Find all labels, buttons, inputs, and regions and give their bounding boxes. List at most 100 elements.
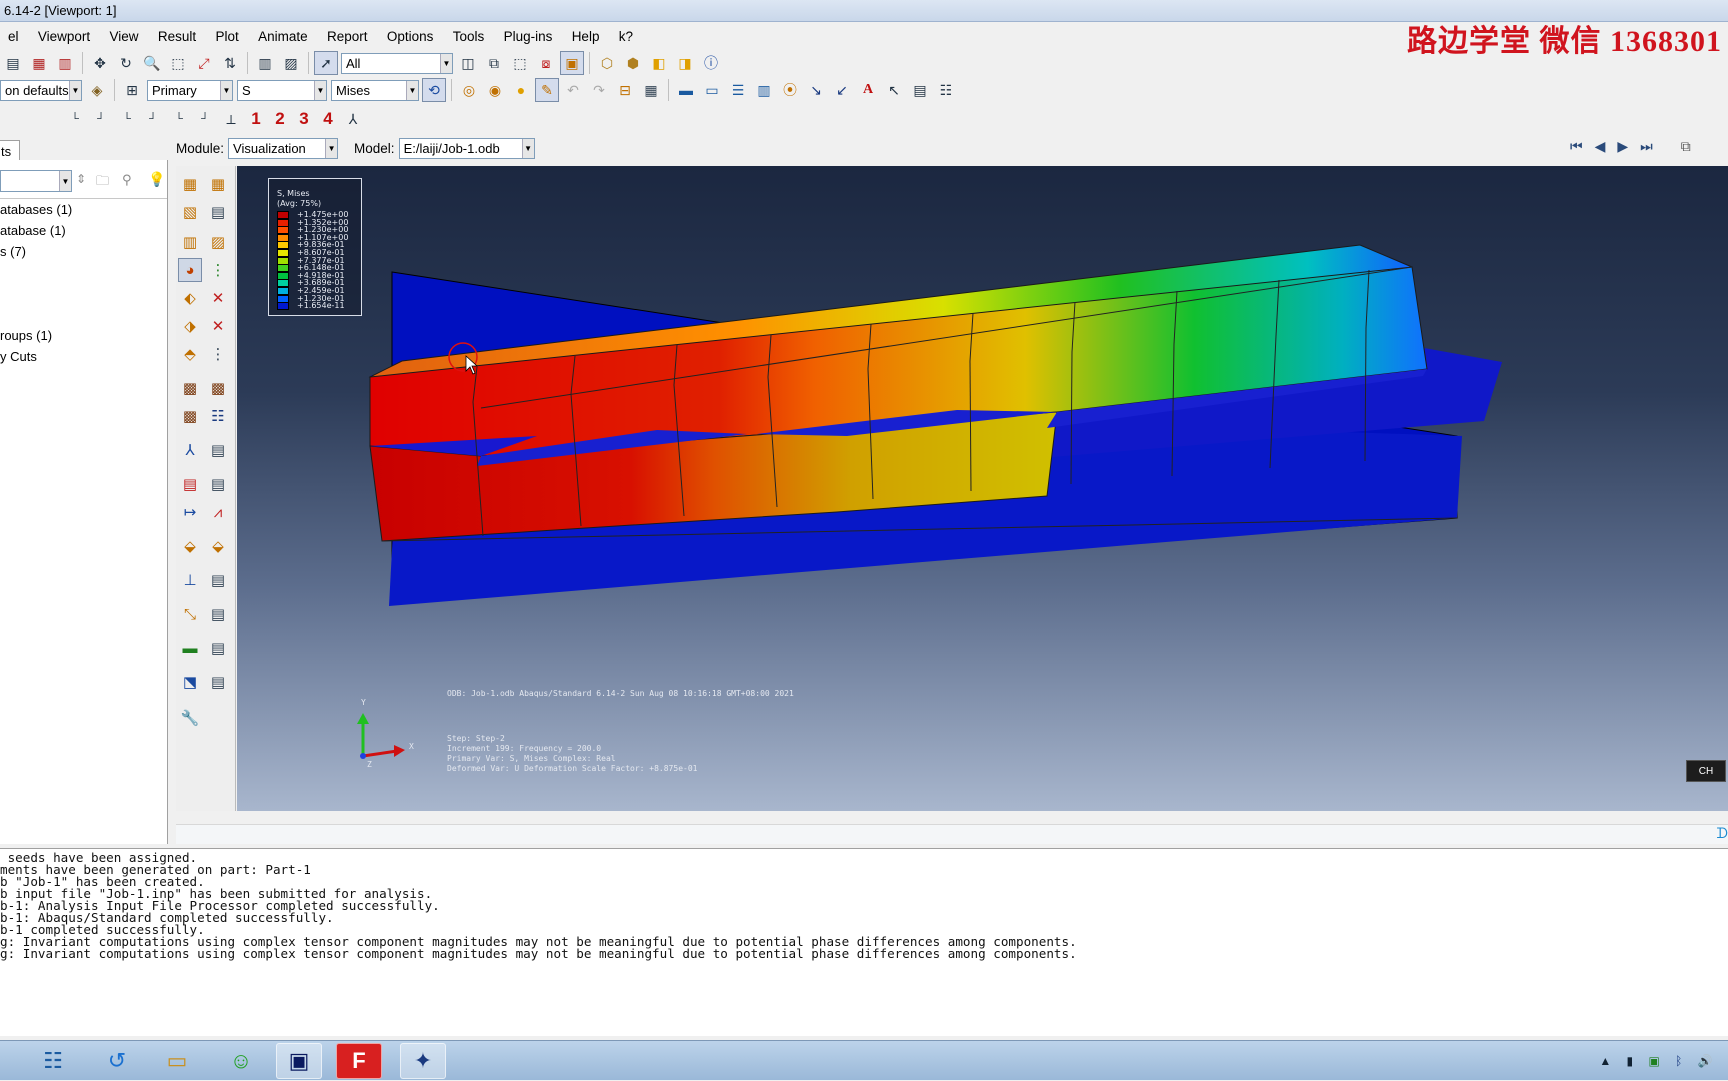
xy-manager-icon[interactable]: ▤ xyxy=(206,438,230,462)
probe-icon[interactable]: ⧇ xyxy=(534,51,558,75)
nvidia-icon[interactable]: ▣ xyxy=(1648,1054,1659,1068)
viewport-annotations-icon[interactable]: ▤ xyxy=(908,78,932,102)
sync-icon[interactable]: ⟲ xyxy=(422,78,446,102)
menu-context-help[interactable]: k? xyxy=(611,24,641,44)
view-1-button[interactable]: 1 xyxy=(244,109,268,129)
view-xy-icon[interactable]: ┘ xyxy=(89,107,113,131)
render-style-icon[interactable]: ◈ xyxy=(85,78,109,102)
magnify-icon[interactable]: 🔍 xyxy=(140,51,164,75)
menu-report[interactable]: Report xyxy=(319,24,376,44)
save-odb-icon[interactable]: ▦ xyxy=(27,51,51,75)
animation-options-icon[interactable]: ☷ xyxy=(206,404,230,428)
field-output-icon[interactable]: ⊞ xyxy=(120,78,144,102)
menu-plugins[interactable]: Plug-ins xyxy=(496,24,561,44)
view-side-icon[interactable]: ◨ xyxy=(673,51,697,75)
selection-filter-select[interactable]: All ▼ xyxy=(341,52,453,74)
plot-symbols-icon[interactable]: ▥ xyxy=(178,230,202,254)
viewport-menu-icon[interactable]: ⧉ xyxy=(1681,138,1691,155)
refresh-app-icon[interactable]: ↺ xyxy=(94,1043,140,1079)
assembly-icon[interactable]: ⊟ xyxy=(613,78,637,102)
color-code-icon[interactable]: ✎ xyxy=(535,78,559,102)
view-yz-icon[interactable]: ┘ xyxy=(193,107,217,131)
view-zx-icon[interactable]: └ xyxy=(115,107,139,131)
plot-undeformed-icon[interactable]: ▦ xyxy=(178,172,202,196)
remove-selected-icon[interactable]: ⬚ xyxy=(508,51,532,75)
box-zoom-icon[interactable]: ⬚ xyxy=(166,51,190,75)
tree-item-spectrums[interactable]: s (7) xyxy=(0,244,26,259)
undo-icon[interactable]: ↶ xyxy=(561,78,585,102)
start-menu-icon[interactable]: ☷ xyxy=(30,1043,76,1079)
view-cut-manager-icon[interactable]: ▤ xyxy=(206,602,230,626)
network-icon[interactable]: ▮ xyxy=(1627,1054,1634,1068)
cycle-view-icon[interactable]: ⇅ xyxy=(218,51,242,75)
display-group-icon[interactable]: ▣ xyxy=(560,51,584,75)
stream-icon[interactable]: ⬙ xyxy=(178,534,202,558)
display-group-manager-icon[interactable]: ▤ xyxy=(206,670,230,694)
rotate-icon[interactable]: ↻ xyxy=(114,51,138,75)
menu-viewport[interactable]: Viewport xyxy=(30,24,98,44)
next-frame-icon[interactable]: ▶ xyxy=(1617,138,1628,155)
contour-plot-active-icon[interactable]: ◕ xyxy=(178,258,202,282)
menu-model[interactable]: el xyxy=(0,24,27,44)
model-select[interactable]: E:/laiji/Job-1.odb ▼ xyxy=(398,137,535,159)
free-body-manager-icon[interactable]: ▤ xyxy=(206,568,230,592)
line-arrow-icon[interactable]: ↙ xyxy=(830,78,854,102)
module-select[interactable]: Visualization ▼ xyxy=(228,137,339,159)
plot-contours-icon[interactable]: ▧ xyxy=(178,200,202,224)
previous-frame-icon[interactable]: ◀ xyxy=(1595,138,1606,155)
auto-fit-icon[interactable]: ⤢ xyxy=(192,51,216,75)
annotation-arrow-icon[interactable]: ↘ xyxy=(804,78,828,102)
defaults-select[interactable]: on defaults ▼ xyxy=(0,79,82,101)
animate-time-icon[interactable]: ▩ xyxy=(178,404,202,428)
animate-scale-icon[interactable]: ▩ xyxy=(178,376,202,400)
tray-expand-icon[interactable]: ▲ xyxy=(1599,1054,1611,1068)
field-kind-select[interactable]: Primary ▼ xyxy=(147,79,233,101)
animate-harmonic-icon[interactable]: ▩ xyxy=(206,376,230,400)
selection-options-icon[interactable]: ◫ xyxy=(456,51,480,75)
view-zy-icon[interactable]: └ xyxy=(167,107,191,131)
folder-icon[interactable]: 🗀 xyxy=(96,172,109,194)
tree-filter-select[interactable]: ▼ xyxy=(0,170,72,192)
first-frame-icon[interactable]: ⏮ xyxy=(1570,138,1583,155)
query-icon[interactable]: ▥ xyxy=(253,51,277,75)
sweep-manager-icon[interactable]: ▤ xyxy=(206,636,230,660)
viewport-vertical-icon[interactable]: ▥ xyxy=(752,78,776,102)
field-variable-select[interactable]: S ▼ xyxy=(237,79,327,101)
view-top-icon[interactable]: ◧ xyxy=(647,51,671,75)
symbol-plot-icon[interactable]: ⬖ xyxy=(178,286,202,310)
tree-item-output-databases[interactable]: atabases (1) xyxy=(0,202,72,217)
menu-tools[interactable]: Tools xyxy=(445,24,493,44)
bluetooth-icon[interactable]: ᛒ xyxy=(1675,1054,1682,1068)
pan-icon[interactable]: ✥ xyxy=(88,51,112,75)
menu-animate[interactable]: Animate xyxy=(250,24,316,44)
view-iso-icon[interactable]: ⬡ xyxy=(595,51,619,75)
table-icon[interactable]: ▦ xyxy=(639,78,663,102)
menu-help[interactable]: Help xyxy=(564,24,608,44)
tree-item-view-cuts[interactable]: y Cuts xyxy=(0,349,37,364)
viewport-cascade-icon[interactable]: ▭ xyxy=(700,78,724,102)
menu-plot[interactable]: Plot xyxy=(207,24,246,44)
last-frame-icon[interactable]: ⏭ xyxy=(1640,138,1653,155)
viewport-canvas[interactable]: Y X Z ODB: Job-1.odb Abaqus/Standard 6.1… xyxy=(237,166,1728,811)
abaqus-icon[interactable]: ✦ xyxy=(400,1043,446,1079)
sphere-icon[interactable]: ● xyxy=(509,78,533,102)
ime-badge[interactable]: CH xyxy=(1686,760,1726,782)
text-annotation-icon[interactable]: A xyxy=(856,78,880,102)
triad-icon[interactable]: ⅄ xyxy=(341,107,365,131)
start-orb-icon[interactable]: ● xyxy=(0,1043,18,1079)
results-tab[interactable]: ts xyxy=(0,140,20,162)
stream-manager-icon[interactable]: ⬙ xyxy=(206,534,230,558)
symbol-options-icon[interactable]: ✕ xyxy=(206,286,230,310)
create-xy-icon[interactable]: ⅄ xyxy=(178,438,202,462)
plot-options-icon[interactable]: ▤ xyxy=(206,200,230,224)
material-orientation-icon[interactable]: ⬗ xyxy=(178,314,202,338)
common-options-icon[interactable]: ⋮ xyxy=(206,342,230,366)
tree-item-output-database[interactable]: atabase (1) xyxy=(0,223,66,238)
select-arrow-icon[interactable]: ➚ xyxy=(314,51,338,75)
foxit-reader-icon[interactable]: F xyxy=(336,1043,382,1079)
view-2-button[interactable]: 2 xyxy=(268,109,292,129)
pointer-icon[interactable]: ↖ xyxy=(882,78,906,102)
overlay-icon[interactable]: ◎ xyxy=(457,78,481,102)
sweep-extrude-icon[interactable]: ▬ xyxy=(178,636,202,660)
viewport-horizontal-icon[interactable]: ☰ xyxy=(726,78,750,102)
